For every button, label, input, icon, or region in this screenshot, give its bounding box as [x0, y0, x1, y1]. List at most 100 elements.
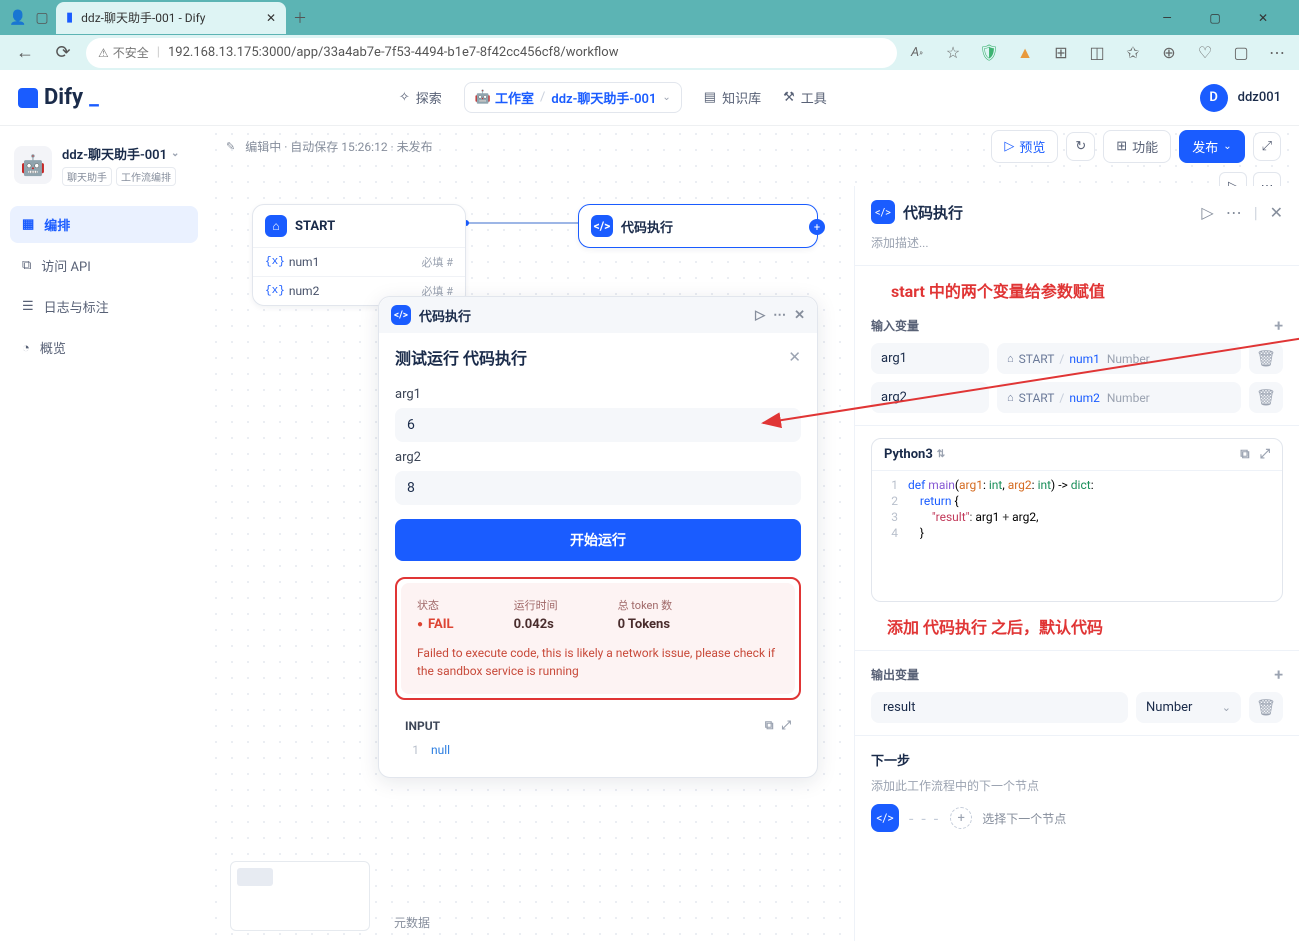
- sidebar-item-api[interactable]: ⧉访问 API: [10, 247, 198, 284]
- profile-icon[interactable]: 👤: [8, 8, 28, 28]
- home-icon: ⌂: [265, 215, 287, 237]
- run-button[interactable]: 开始运行: [395, 519, 801, 561]
- arg1-input[interactable]: 6: [395, 408, 801, 442]
- mobile-icon[interactable]: ▢: [1229, 41, 1253, 65]
- history-button[interactable]: ↻: [1066, 132, 1095, 161]
- url-text: 192.168.13.175:3000/app/33a4ab7e-7f53-44…: [168, 45, 619, 60]
- features-button[interactable]: ⊞功能: [1103, 130, 1171, 163]
- arg2-input[interactable]: 8: [395, 471, 801, 505]
- refresh-button[interactable]: ⟳: [48, 38, 78, 68]
- nav-tools[interactable]: ⚒工具: [783, 88, 827, 107]
- add-output-icon[interactable]: +: [1274, 665, 1283, 684]
- tabs-icon[interactable]: ▢: [32, 8, 52, 28]
- menu-icon[interactable]: ⋯: [1265, 41, 1289, 65]
- input-var-row: arg1 ⌂START/num1Number 🗑: [871, 343, 1283, 374]
- add-port-icon[interactable]: +: [809, 219, 825, 235]
- close-icon[interactable]: ✕: [266, 11, 276, 25]
- clock-icon: ↻: [1075, 139, 1086, 154]
- url-input[interactable]: ⚠ 不安全 | 192.168.13.175:3000/app/33a4ab7e…: [86, 38, 897, 68]
- compass-icon: ✧: [399, 90, 410, 105]
- expand-icon[interactable]: ⤢: [1260, 447, 1270, 462]
- extensions-icon[interactable]: ⊞: [1049, 41, 1073, 65]
- var-row[interactable]: {x}num1必填 #: [253, 247, 465, 276]
- nav-explore[interactable]: ✧探索: [399, 88, 442, 107]
- app-header: Dify_ ✧探索 🤖工作室 / ddz-聊天助手-001 ⌄ ▤知识库 ⚒工具…: [0, 70, 1299, 126]
- shield-icon[interactable]: 🛡: [977, 41, 1001, 65]
- input-source[interactable]: ⌂START/num2Number: [997, 382, 1241, 413]
- copy-icon[interactable]: ⧉: [1240, 447, 1249, 462]
- expand-icon[interactable]: ⤢: [781, 718, 791, 733]
- play-icon: ▷: [1004, 139, 1014, 154]
- logo-icon: [18, 88, 38, 108]
- user-avatar[interactable]: D: [1200, 84, 1228, 112]
- sidebar-item-overview[interactable]: ◔概览: [10, 329, 198, 366]
- input-name[interactable]: arg2: [871, 382, 989, 413]
- input-name[interactable]: arg1: [871, 343, 989, 374]
- close-icon[interactable]: ✕: [1270, 203, 1283, 222]
- add-input-icon[interactable]: +: [1274, 316, 1283, 335]
- tab-title: ddz-聊天助手-001 - Dify: [81, 9, 205, 26]
- input-source[interactable]: ⌂START/num1Number: [997, 343, 1241, 374]
- output-name[interactable]: result: [871, 692, 1128, 723]
- delete-icon[interactable]: 🗑: [1249, 382, 1283, 413]
- play-icon[interactable]: ▷: [1201, 203, 1213, 222]
- code-icon: </>: [591, 215, 613, 237]
- close-icon[interactable]: ✕: [788, 348, 801, 366]
- status-bar: ✎ 编辑中 · 自动保存 15:26:12 · 未发布 ▷预览 ↻ ⊞功能 发布…: [208, 126, 1299, 166]
- app-card[interactable]: 🤖 ddz-聊天助手-001⌄ 聊天助手 工作流编排: [10, 138, 198, 192]
- code-icon: </>: [871, 804, 899, 832]
- home-icon: ⌂: [1007, 352, 1014, 365]
- add-next-node[interactable]: +: [950, 807, 972, 829]
- new-tab-icon[interactable]: ＋: [290, 8, 310, 28]
- address-bar: ← ⟳ ⚠ 不安全 | 192.168.13.175:3000/app/33a4…: [0, 35, 1299, 70]
- node-code[interactable]: </>代码执行 +: [578, 204, 818, 248]
- window-close[interactable]: ✕: [1243, 4, 1283, 32]
- app-tag: 聊天助手: [62, 167, 112, 186]
- play-icon[interactable]: ▷: [755, 308, 765, 323]
- terminal-icon: ⧉: [22, 258, 31, 273]
- sidebar-icon[interactable]: ◫: [1085, 41, 1109, 65]
- workflow-canvas[interactable]: ✎ 编辑中 · 自动保存 15:26:12 · 未发布 ▷预览 ↻ ⊞功能 发布…: [208, 126, 1299, 941]
- nav-knowledge[interactable]: ▤知识库: [704, 88, 761, 107]
- preview-button[interactable]: ▷预览: [991, 130, 1058, 163]
- close-icon[interactable]: ✕: [794, 308, 805, 323]
- more-icon[interactable]: ⋯: [773, 308, 786, 323]
- window-maximize[interactable]: ▢: [1195, 4, 1235, 32]
- output-var-row: result Number⌄ 🗑: [871, 692, 1283, 723]
- list-icon: ☰: [22, 299, 34, 314]
- window-minimize[interactable]: —: [1147, 4, 1187, 32]
- favorite-icon[interactable]: ☆: [941, 41, 965, 65]
- description-input[interactable]: 添加描述...: [871, 234, 1283, 251]
- edge: [466, 222, 578, 224]
- nav-workspace-app[interactable]: 🤖工作室 / ddz-聊天助手-001 ⌄: [464, 82, 682, 113]
- chevron-updown-icon[interactable]: ⇅: [937, 449, 945, 460]
- collections-icon[interactable]: ⊕: [1157, 41, 1181, 65]
- sidebar-item-orchestrate[interactable]: ▦编排: [10, 206, 198, 243]
- code-icon: </>: [871, 200, 895, 224]
- expand-button[interactable]: ⤢: [1253, 132, 1281, 161]
- delete-icon[interactable]: 🗑: [1249, 692, 1283, 723]
- browser-tab[interactable]: ▮ ddz-聊天助手-001 - Dify ✕: [56, 2, 286, 34]
- annotation: start 中的两个变量给参数赋值: [891, 278, 1283, 302]
- code-editor[interactable]: Python3⇅⧉⤢ 1def main(arg1: int, arg2: in…: [871, 438, 1283, 602]
- logo[interactable]: Dify_: [18, 85, 99, 110]
- test-panel-header: </> 代码执行 ▷ ⋯ ✕: [379, 297, 817, 333]
- security-badge: ⚠ 不安全: [98, 44, 149, 61]
- output-type[interactable]: Number⌄: [1136, 692, 1241, 723]
- publish-button[interactable]: 发布⌄: [1179, 130, 1244, 163]
- copy-icon[interactable]: ⧉: [765, 718, 774, 733]
- back-button[interactable]: ←: [10, 38, 40, 68]
- pencil-icon: ✎: [226, 140, 235, 153]
- favorites-icon[interactable]: ✩: [1121, 41, 1145, 65]
- delete-icon[interactable]: 🗑: [1249, 343, 1283, 374]
- sidebar-item-logs[interactable]: ☰日志与标注: [10, 288, 198, 325]
- more-icon[interactable]: ⋯: [1226, 203, 1242, 222]
- app-icon: 🤖: [14, 146, 52, 184]
- read-aloud-icon[interactable]: A»: [905, 41, 929, 65]
- minimap[interactable]: [230, 861, 370, 931]
- time-value: 0.042s: [514, 617, 558, 632]
- metadata-label: 元数据: [394, 914, 430, 931]
- node-start[interactable]: ⌂START {x}num1必填 # {x}num2必填 #: [252, 204, 466, 306]
- ext1-icon[interactable]: ▲: [1013, 41, 1037, 65]
- performance-icon[interactable]: ♡: [1193, 41, 1217, 65]
